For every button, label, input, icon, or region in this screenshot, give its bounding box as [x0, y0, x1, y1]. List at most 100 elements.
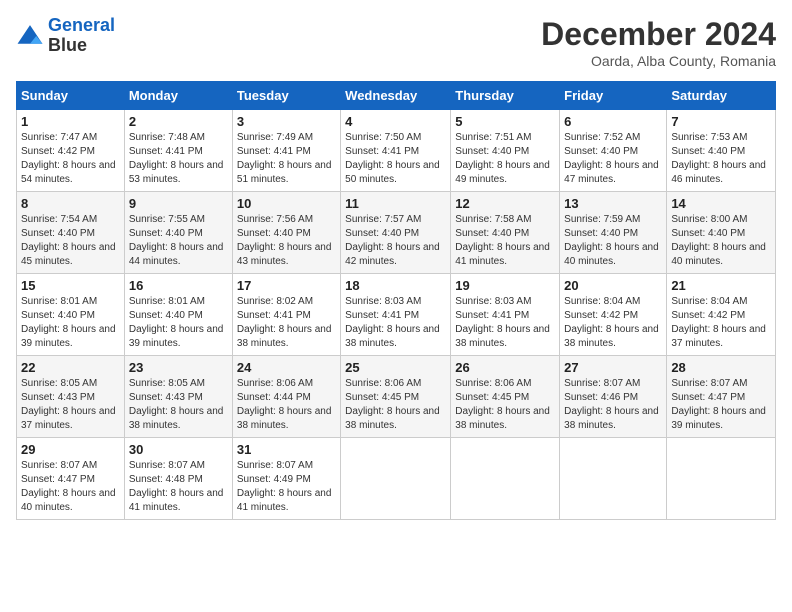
day-cell: 5 Sunrise: 7:51 AM Sunset: 4:40 PM Dayli…	[451, 110, 560, 192]
day-number: 23	[129, 360, 228, 375]
day-number: 19	[455, 278, 555, 293]
day-cell: 29 Sunrise: 8:07 AM Sunset: 4:47 PM Dayl…	[17, 438, 125, 520]
day-number: 20	[564, 278, 662, 293]
day-cell: 11 Sunrise: 7:57 AM Sunset: 4:40 PM Dayl…	[341, 192, 451, 274]
column-header-thursday: Thursday	[451, 82, 560, 110]
day-cell: 23 Sunrise: 8:05 AM Sunset: 4:43 PM Dayl…	[124, 356, 232, 438]
day-number: 12	[455, 196, 555, 211]
week-row-3: 15 Sunrise: 8:01 AM Sunset: 4:40 PM Dayl…	[17, 274, 776, 356]
day-detail: Sunrise: 7:58 AM Sunset: 4:40 PM Dayligh…	[455, 213, 555, 269]
day-cell: 3 Sunrise: 7:49 AM Sunset: 4:41 PM Dayli…	[232, 110, 340, 192]
day-detail: Sunrise: 7:56 AM Sunset: 4:40 PM Dayligh…	[237, 213, 336, 269]
day-cell: 15 Sunrise: 8:01 AM Sunset: 4:40 PM Dayl…	[17, 274, 125, 356]
logo: General Blue	[16, 16, 115, 56]
day-cell: 24 Sunrise: 8:06 AM Sunset: 4:44 PM Dayl…	[232, 356, 340, 438]
day-detail: Sunrise: 8:07 AM Sunset: 4:47 PM Dayligh…	[21, 459, 120, 515]
week-row-2: 8 Sunrise: 7:54 AM Sunset: 4:40 PM Dayli…	[17, 192, 776, 274]
day-number: 22	[21, 360, 120, 375]
day-number: 24	[237, 360, 336, 375]
day-number: 30	[129, 442, 228, 457]
day-detail: Sunrise: 7:55 AM Sunset: 4:40 PM Dayligh…	[129, 213, 228, 269]
day-detail: Sunrise: 8:06 AM Sunset: 4:45 PM Dayligh…	[345, 377, 446, 433]
column-header-sunday: Sunday	[17, 82, 125, 110]
day-number: 28	[671, 360, 771, 375]
calendar-table: SundayMondayTuesdayWednesdayThursdayFrid…	[16, 81, 776, 520]
day-cell	[451, 438, 560, 520]
day-cell: 13 Sunrise: 7:59 AM Sunset: 4:40 PM Dayl…	[560, 192, 667, 274]
day-cell: 2 Sunrise: 7:48 AM Sunset: 4:41 PM Dayli…	[124, 110, 232, 192]
day-number: 2	[129, 114, 228, 129]
column-header-monday: Monday	[124, 82, 232, 110]
day-detail: Sunrise: 7:51 AM Sunset: 4:40 PM Dayligh…	[455, 131, 555, 187]
day-detail: Sunrise: 7:57 AM Sunset: 4:40 PM Dayligh…	[345, 213, 446, 269]
week-row-5: 29 Sunrise: 8:07 AM Sunset: 4:47 PM Dayl…	[17, 438, 776, 520]
day-detail: Sunrise: 7:54 AM Sunset: 4:40 PM Dayligh…	[21, 213, 120, 269]
day-cell: 4 Sunrise: 7:50 AM Sunset: 4:41 PM Dayli…	[341, 110, 451, 192]
column-header-tuesday: Tuesday	[232, 82, 340, 110]
day-number: 18	[345, 278, 446, 293]
day-number: 26	[455, 360, 555, 375]
day-detail: Sunrise: 7:53 AM Sunset: 4:40 PM Dayligh…	[671, 131, 771, 187]
calendar-body: 1 Sunrise: 7:47 AM Sunset: 4:42 PM Dayli…	[17, 110, 776, 520]
day-cell: 22 Sunrise: 8:05 AM Sunset: 4:43 PM Dayl…	[17, 356, 125, 438]
day-detail: Sunrise: 8:02 AM Sunset: 4:41 PM Dayligh…	[237, 295, 336, 351]
day-detail: Sunrise: 7:47 AM Sunset: 4:42 PM Dayligh…	[21, 131, 120, 187]
day-detail: Sunrise: 8:03 AM Sunset: 4:41 PM Dayligh…	[345, 295, 446, 351]
day-cell: 18 Sunrise: 8:03 AM Sunset: 4:41 PM Dayl…	[341, 274, 451, 356]
day-cell: 14 Sunrise: 8:00 AM Sunset: 4:40 PM Dayl…	[667, 192, 776, 274]
day-cell: 25 Sunrise: 8:06 AM Sunset: 4:45 PM Dayl…	[341, 356, 451, 438]
day-number: 5	[455, 114, 555, 129]
day-detail: Sunrise: 7:59 AM Sunset: 4:40 PM Dayligh…	[564, 213, 662, 269]
header: General Blue December 2024 Oarda, Alba C…	[16, 16, 776, 69]
day-detail: Sunrise: 7:50 AM Sunset: 4:41 PM Dayligh…	[345, 131, 446, 187]
day-detail: Sunrise: 8:04 AM Sunset: 4:42 PM Dayligh…	[671, 295, 771, 351]
day-number: 11	[345, 196, 446, 211]
day-cell: 7 Sunrise: 7:53 AM Sunset: 4:40 PM Dayli…	[667, 110, 776, 192]
day-cell: 17 Sunrise: 8:02 AM Sunset: 4:41 PM Dayl…	[232, 274, 340, 356]
day-detail: Sunrise: 8:06 AM Sunset: 4:44 PM Dayligh…	[237, 377, 336, 433]
day-detail: Sunrise: 8:06 AM Sunset: 4:45 PM Dayligh…	[455, 377, 555, 433]
day-number: 25	[345, 360, 446, 375]
day-cell: 27 Sunrise: 8:07 AM Sunset: 4:46 PM Dayl…	[560, 356, 667, 438]
day-detail: Sunrise: 8:05 AM Sunset: 4:43 PM Dayligh…	[21, 377, 120, 433]
page: General Blue December 2024 Oarda, Alba C…	[0, 0, 792, 612]
day-number: 27	[564, 360, 662, 375]
day-detail: Sunrise: 8:07 AM Sunset: 4:49 PM Dayligh…	[237, 459, 336, 515]
column-header-wednesday: Wednesday	[341, 82, 451, 110]
day-cell: 31 Sunrise: 8:07 AM Sunset: 4:49 PM Dayl…	[232, 438, 340, 520]
day-cell	[560, 438, 667, 520]
day-cell: 8 Sunrise: 7:54 AM Sunset: 4:40 PM Dayli…	[17, 192, 125, 274]
logo-text: General Blue	[48, 16, 115, 56]
day-number: 9	[129, 196, 228, 211]
day-number: 10	[237, 196, 336, 211]
day-number: 6	[564, 114, 662, 129]
column-header-friday: Friday	[560, 82, 667, 110]
day-number: 21	[671, 278, 771, 293]
day-detail: Sunrise: 8:01 AM Sunset: 4:40 PM Dayligh…	[129, 295, 228, 351]
day-cell: 9 Sunrise: 7:55 AM Sunset: 4:40 PM Dayli…	[124, 192, 232, 274]
day-detail: Sunrise: 7:52 AM Sunset: 4:40 PM Dayligh…	[564, 131, 662, 187]
day-number: 8	[21, 196, 120, 211]
day-cell	[667, 438, 776, 520]
day-detail: Sunrise: 8:01 AM Sunset: 4:40 PM Dayligh…	[21, 295, 120, 351]
day-detail: Sunrise: 8:04 AM Sunset: 4:42 PM Dayligh…	[564, 295, 662, 351]
day-cell	[341, 438, 451, 520]
calendar-header-row: SundayMondayTuesdayWednesdayThursdayFrid…	[17, 82, 776, 110]
day-cell: 21 Sunrise: 8:04 AM Sunset: 4:42 PM Dayl…	[667, 274, 776, 356]
day-cell: 28 Sunrise: 8:07 AM Sunset: 4:47 PM Dayl…	[667, 356, 776, 438]
day-detail: Sunrise: 7:48 AM Sunset: 4:41 PM Dayligh…	[129, 131, 228, 187]
day-cell: 1 Sunrise: 7:47 AM Sunset: 4:42 PM Dayli…	[17, 110, 125, 192]
week-row-1: 1 Sunrise: 7:47 AM Sunset: 4:42 PM Dayli…	[17, 110, 776, 192]
day-number: 14	[671, 196, 771, 211]
day-cell: 30 Sunrise: 8:07 AM Sunset: 4:48 PM Dayl…	[124, 438, 232, 520]
day-detail: Sunrise: 8:03 AM Sunset: 4:41 PM Dayligh…	[455, 295, 555, 351]
day-number: 17	[237, 278, 336, 293]
day-cell: 19 Sunrise: 8:03 AM Sunset: 4:41 PM Dayl…	[451, 274, 560, 356]
day-cell: 16 Sunrise: 8:01 AM Sunset: 4:40 PM Dayl…	[124, 274, 232, 356]
day-number: 29	[21, 442, 120, 457]
day-detail: Sunrise: 8:07 AM Sunset: 4:48 PM Dayligh…	[129, 459, 228, 515]
day-number: 15	[21, 278, 120, 293]
day-cell: 6 Sunrise: 7:52 AM Sunset: 4:40 PM Dayli…	[560, 110, 667, 192]
logo-icon	[16, 22, 44, 50]
day-cell: 26 Sunrise: 8:06 AM Sunset: 4:45 PM Dayl…	[451, 356, 560, 438]
